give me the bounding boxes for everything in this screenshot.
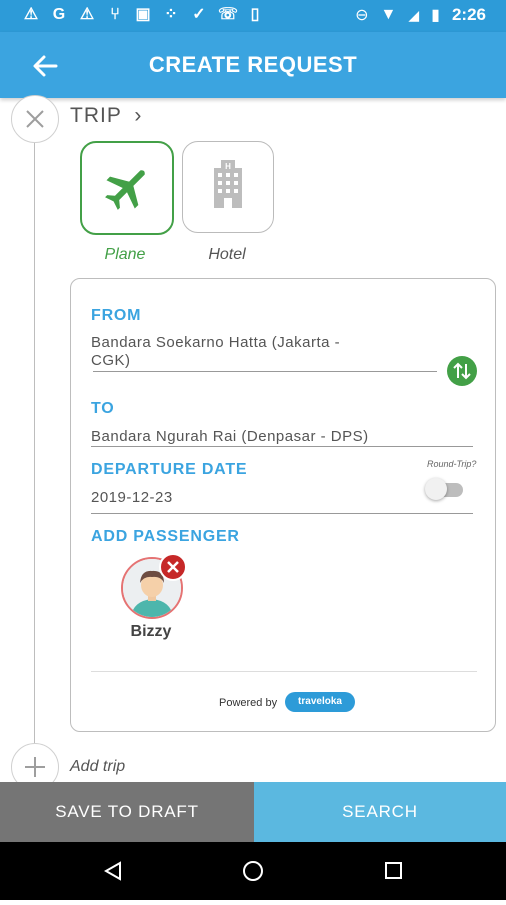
notification-icons: ⚠ G ⚠ ⑂ ▣ ⁘ ✓ ☏ ▯: [22, 6, 264, 24]
check-icon: ✓: [192, 6, 206, 23]
hotel-label: Hotel: [208, 246, 246, 263]
dots-icon: ⁘: [164, 6, 178, 23]
usb-icon: ⑂: [110, 6, 120, 23]
status-bar: ⚠ G ⚠ ⑂ ▣ ⁘ ✓ ☏ ▯ ⊖ ▼ ◢ ▮ 2:26: [0, 0, 506, 32]
timeline-line: [34, 118, 35, 768]
alert-icon: ⚠: [23, 6, 39, 23]
plane-option[interactable]: [80, 141, 174, 235]
to-underline: [91, 446, 473, 447]
g-icon: G: [52, 6, 66, 23]
remove-passenger-button[interactable]: [159, 553, 187, 581]
traveloka-logo: traveloka: [285, 692, 355, 712]
hotel-icon: H: [214, 160, 242, 208]
departure-label: DEPARTURE DATE: [91, 461, 248, 478]
system-status: ⊖ ▼ ◢ ▮ 2:26: [355, 5, 486, 25]
divider: [91, 671, 477, 672]
trip-content: TRIP › Plane H Hotel FROM Bandara Soekar…: [0, 95, 506, 791]
app-bar: CREATE REQUEST: [0, 32, 506, 98]
to-label: TO: [91, 400, 115, 417]
action-bar: SAVE TO DRAFT SEARCH: [0, 782, 506, 842]
from-label: FROM: [91, 307, 142, 324]
from-value-line1: Bandara Soekarno Hatta (Jakarta -: [91, 334, 341, 351]
hotel-option[interactable]: H: [182, 141, 274, 233]
close-icon: [167, 561, 179, 573]
remove-trip-button[interactable]: [11, 95, 59, 143]
toggle-thumb: [425, 478, 447, 500]
nav-buttons: [103, 861, 402, 881]
whatsapp-icon: ☏: [218, 6, 239, 23]
page-title: CREATE REQUEST: [148, 52, 358, 77]
close-icon: [26, 110, 44, 128]
from-value-line2: CGK): [91, 352, 131, 369]
trip-header[interactable]: TRIP ›: [70, 104, 142, 128]
brand-name: traveloka: [298, 696, 342, 707]
svg-text:H: H: [225, 162, 231, 171]
departure-underline: [91, 513, 473, 514]
from-underline: [93, 371, 437, 372]
add-trip-label[interactable]: Add trip: [70, 758, 125, 776]
plane-label: Plane: [104, 246, 146, 263]
to-field[interactable]: Bandara Ngurah Rai (Denpasar - DPS): [91, 428, 369, 446]
phone-icon: ▯: [250, 6, 260, 23]
flight-form-card: FROM Bandara Soekarno Hatta (Jakarta - C…: [70, 278, 496, 732]
passenger-name: Bizzy: [130, 623, 172, 640]
clock: 2:26: [451, 5, 486, 24]
back-nav-icon: [103, 861, 121, 881]
swap-vertical-icon: [453, 362, 471, 380]
add-passenger-label[interactable]: ADD PASSENGER: [91, 528, 240, 546]
swap-button[interactable]: [447, 356, 477, 386]
dnd-icon: ⊖: [355, 7, 369, 24]
save-draft-button[interactable]: SAVE TO DRAFT: [0, 782, 254, 842]
chevron-right-icon: ›: [134, 104, 143, 127]
home-nav-icon: [243, 861, 263, 881]
wifi-icon: ▼: [380, 6, 397, 23]
navigation-bar: [0, 842, 506, 900]
round-trip-label: Round-Trip?: [427, 459, 477, 469]
recents-nav-icon: [385, 862, 402, 879]
trip-label: TRIP: [70, 104, 122, 127]
image-icon: ▣: [135, 6, 151, 23]
plane-icon: [105, 170, 145, 210]
signal-icon: ◢: [408, 6, 420, 23]
powered-by-text: Powered by: [219, 697, 278, 709]
battery-icon: ▮: [431, 7, 440, 24]
alert-icon: ⚠: [79, 6, 95, 23]
search-button[interactable]: SEARCH: [254, 782, 506, 842]
departure-field[interactable]: 2019-12-23: [91, 489, 173, 507]
